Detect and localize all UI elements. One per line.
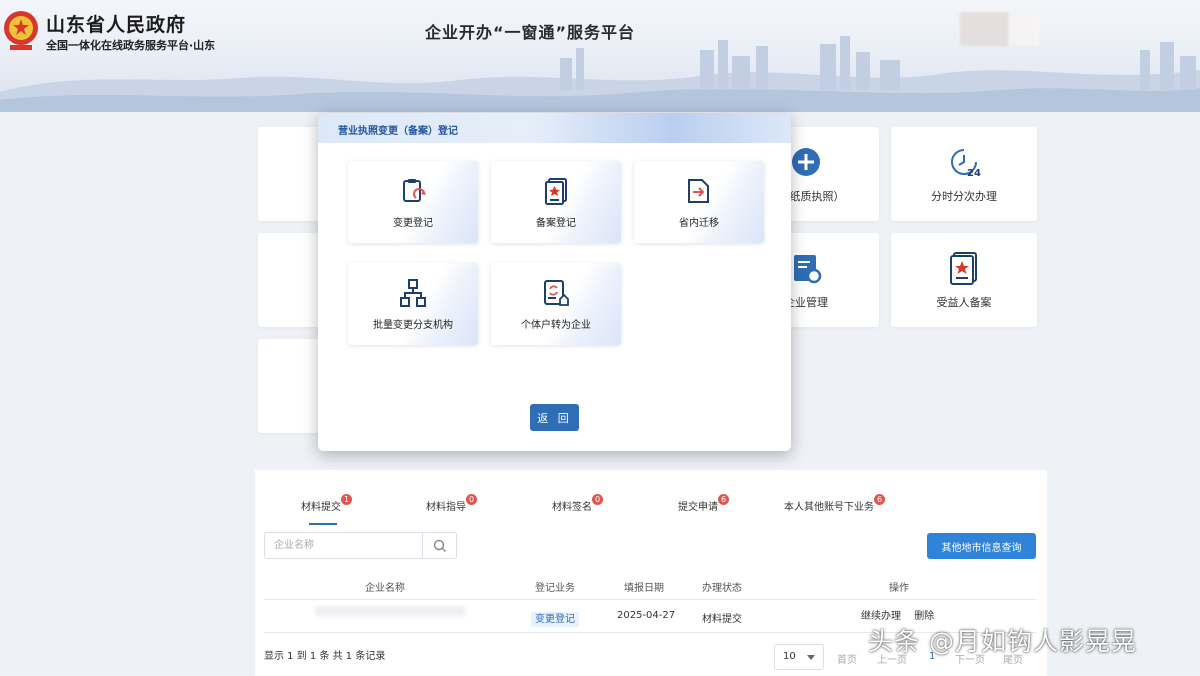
gov-subtitle: 全国一体化在线政务服务平台·山东	[46, 39, 216, 52]
column-header-business: 登记业务	[535, 583, 575, 594]
tab-label: 材料指导	[426, 502, 466, 513]
business-tag: 变更登记	[531, 612, 579, 627]
cell-date: 2025-04-27	[617, 610, 676, 621]
tile-timesharing[interactable]: 24 分时分次办理	[891, 127, 1037, 221]
column-header-company: 企业名称	[365, 583, 405, 594]
tab-label: 本人其他账号下业务	[784, 502, 874, 513]
tab-label: 材料签名	[552, 502, 592, 513]
star-file-icon	[545, 177, 567, 205]
cell-actions: 继续办理 删除	[861, 607, 944, 622]
gov-title: 山东省人民政府	[46, 14, 187, 36]
option-batch-branch-change[interactable]: 批量变更分支机构	[348, 263, 478, 345]
option-label: 批量变更分支机构	[373, 319, 453, 331]
change-registration-modal: 营业执照变更（备案）登记 变更登记 备案登记 省内迁移 批量变更分支机构 个体户…	[318, 113, 791, 451]
column-header-status: 办理状态	[702, 583, 742, 594]
tab-material-submit[interactable]: 材料提交 1	[301, 494, 352, 525]
option-label: 备案登记	[536, 217, 576, 229]
tile-label: 分时分次办理	[931, 190, 997, 203]
settings-doc-icon	[794, 255, 822, 284]
option-individual-to-enterprise[interactable]: 个体户转为企业	[491, 263, 621, 345]
cell-status: 材料提交	[702, 614, 742, 625]
header-banner: 山东省人民政府 全国一体化在线政务服务平台·山东 企业开办“一窗通”服务平台	[0, 0, 1200, 112]
table-divider	[264, 599, 1036, 600]
tab-submit-application[interactable]: 提交申请 6	[678, 494, 729, 513]
company-name-blurred	[315, 606, 465, 616]
option-label: 变更登记	[393, 217, 433, 229]
tab-badge: 0	[466, 494, 477, 505]
watermark-text: 头条 @月如钩人影晃晃	[868, 627, 1137, 656]
star-doc-icon	[950, 252, 977, 285]
clock-24-icon: 24	[951, 149, 981, 179]
back-button[interactable]: 返 回	[530, 404, 579, 431]
search-button[interactable]	[422, 533, 456, 558]
search-icon	[433, 539, 446, 552]
continue-link[interactable]: 继续办理	[861, 611, 901, 622]
tab-label: 提交申请	[678, 502, 718, 513]
clipboard-refresh-icon	[403, 178, 426, 202]
user-info-blurred[interactable]	[960, 12, 1040, 46]
platform-title: 企业开办“一窗通”服务平台	[425, 23, 636, 42]
national-emblem-icon	[4, 11, 38, 50]
file-transfer-icon	[688, 178, 709, 203]
record-summary: 显示 1 到 1 条 共 1 条记录	[264, 651, 386, 662]
certificate-home-icon	[544, 279, 569, 306]
tab-material-sign[interactable]: 材料签名 0	[552, 494, 603, 513]
pager-first[interactable]: 首页	[837, 651, 857, 666]
option-label: 省内迁移	[679, 217, 719, 229]
column-header-actions: 操作	[889, 583, 909, 594]
plus-circle-icon	[792, 148, 820, 176]
option-label: 个体户转为企业	[521, 319, 591, 331]
tab-material-guide[interactable]: 材料指导 0	[426, 494, 477, 513]
status-tabs: 材料提交 1 材料指导 0 材料签名 0 提交申请 6 本人其他账号下业务 6	[255, 494, 1047, 528]
search-box	[264, 532, 457, 559]
page-size-select[interactable]: 10	[774, 644, 824, 670]
tab-badge: 6	[718, 494, 729, 505]
other-city-query-button[interactable]: 其他地市信息查询	[927, 533, 1036, 559]
cell-business: 变更登记	[531, 610, 579, 627]
tab-other-account-business[interactable]: 本人其他账号下业务 6	[784, 494, 885, 513]
org-chart-icon	[400, 278, 426, 307]
tab-badge: 0	[592, 494, 603, 505]
modal-header: 营业执照变更（备案）登记	[318, 113, 791, 143]
option-intra-province-transfer[interactable]: 省内迁移	[634, 161, 764, 243]
svg-text:24: 24	[967, 168, 981, 179]
delete-link[interactable]: 删除	[914, 611, 934, 622]
tab-badge: 6	[874, 494, 885, 505]
modal-title: 营业执照变更（备案）登记	[338, 126, 458, 137]
option-filing-registration[interactable]: 备案登记	[491, 161, 621, 243]
tile-label: 受益人备案	[936, 296, 992, 309]
tab-label: 材料提交	[301, 502, 341, 513]
option-change-registration[interactable]: 变更登记	[348, 161, 478, 243]
company-name-search-input[interactable]	[265, 533, 422, 558]
column-header-date: 填报日期	[624, 583, 664, 594]
tile-beneficiary-filing[interactable]: 受益人备案	[891, 233, 1037, 327]
tab-badge: 1	[341, 494, 352, 505]
